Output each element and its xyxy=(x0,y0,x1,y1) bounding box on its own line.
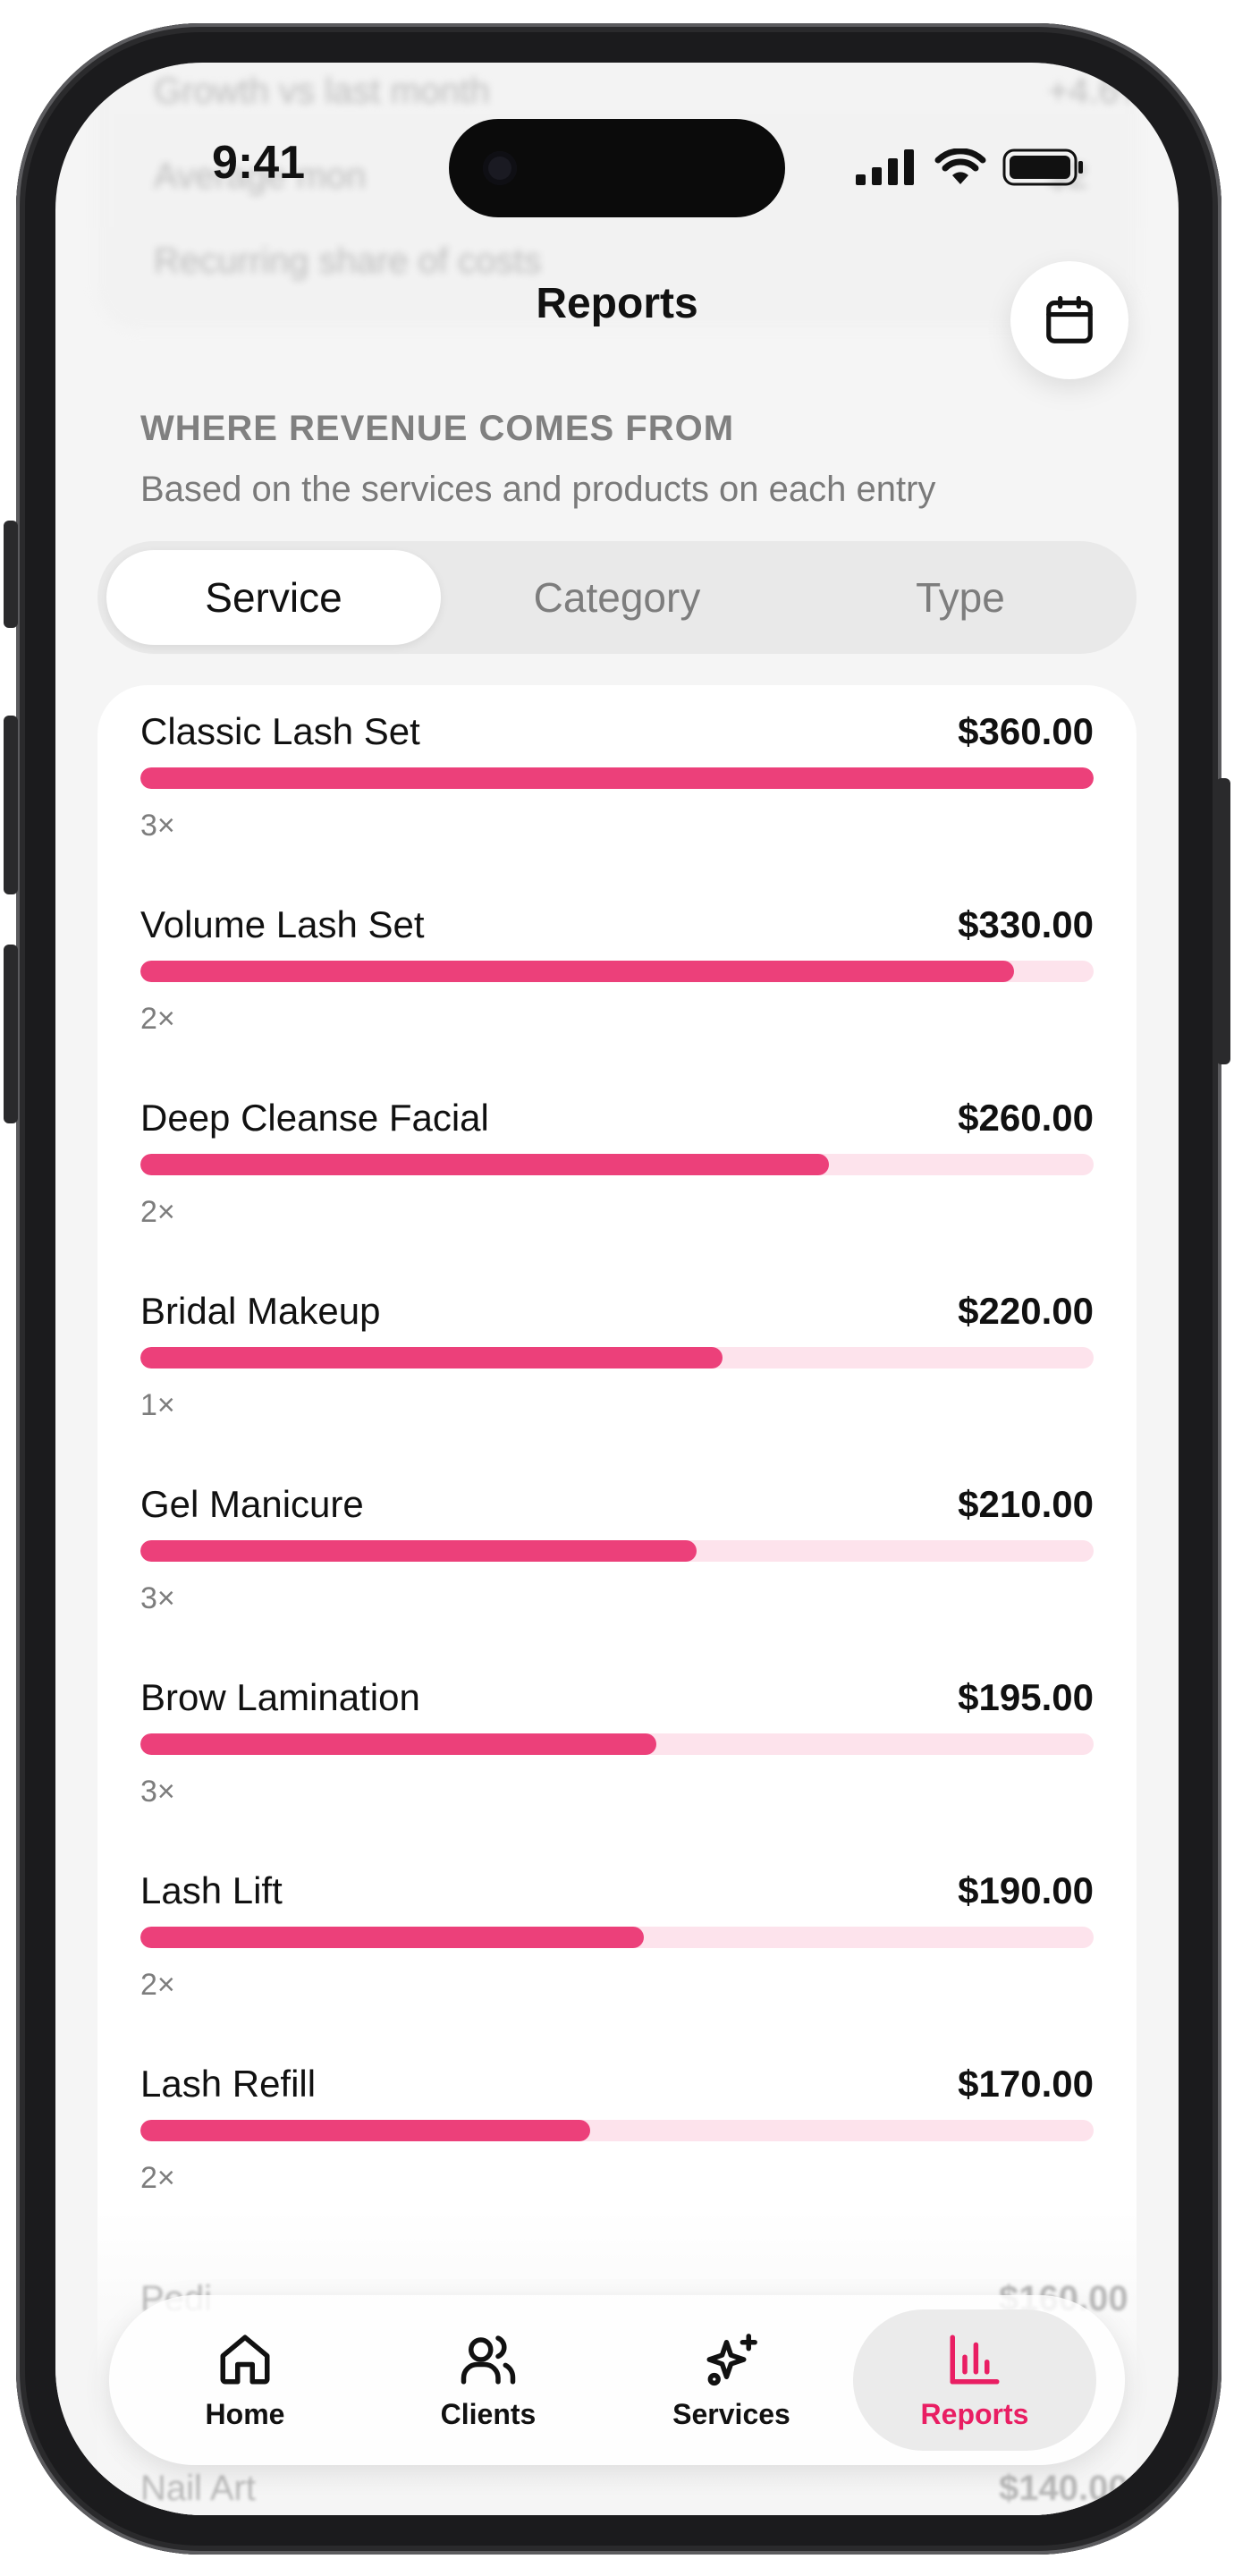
tab-label: Services xyxy=(672,2397,790,2430)
section-label: WHERE REVENUE COMES FROM xyxy=(140,409,735,448)
item-name: Deep Cleanse Facial xyxy=(140,1097,489,1139)
item-amount: $170.00 xyxy=(958,2063,1094,2105)
bar-chart-icon xyxy=(950,2334,1000,2384)
segment-type[interactable]: Type xyxy=(793,550,1128,645)
item-amount: $360.00 xyxy=(958,710,1094,752)
segment-service[interactable]: Service xyxy=(106,550,441,645)
ghost-row: Recurring share of costs xyxy=(154,242,542,281)
progress-track xyxy=(140,1927,1094,1948)
item-name: Volume Lash Set xyxy=(140,903,425,945)
list-item[interactable]: Classic Lash Set $360.00 3× xyxy=(97,685,1137,878)
item-amount: $195.00 xyxy=(958,1676,1094,1718)
item-count: 2× xyxy=(140,1968,175,2002)
progress-fill xyxy=(140,961,1015,982)
calendar-icon xyxy=(1046,295,1093,343)
progress-fill xyxy=(140,1733,657,1755)
camera-icon xyxy=(483,151,517,185)
tab-label: Clients xyxy=(440,2397,537,2430)
tab-label: Reports xyxy=(920,2397,1029,2430)
progress-track xyxy=(140,2120,1094,2141)
wifi-icon xyxy=(934,148,986,184)
tab-clients[interactable]: Clients xyxy=(367,2309,610,2451)
progress-track xyxy=(140,1540,1094,1562)
ghost-row: Growth vs last month +4.6% xyxy=(154,72,1151,111)
tab-reports[interactable]: Reports xyxy=(853,2309,1096,2451)
list-item[interactable]: Deep Cleanse Facial $260.00 2× xyxy=(97,1072,1137,1265)
dynamic-island xyxy=(449,119,785,217)
list-item[interactable]: Volume Lash Set $330.00 2× xyxy=(97,878,1137,1072)
item-amount: $220.00 xyxy=(958,1290,1094,1332)
progress-fill xyxy=(140,1347,723,1368)
tab-home[interactable]: Home xyxy=(123,2309,367,2451)
progress-track xyxy=(140,1347,1094,1368)
list-item[interactable]: Lash Refill $170.00 2× xyxy=(97,2038,1137,2231)
progress-track xyxy=(140,1733,1094,1755)
progress-fill xyxy=(140,1927,644,1948)
status-icons xyxy=(856,148,1085,186)
section-subtitle: Based on the services and products on ea… xyxy=(140,470,936,509)
segment-category[interactable]: Category xyxy=(450,550,784,645)
item-count: 3× xyxy=(140,809,175,843)
list-item[interactable]: Bridal Makeup $220.00 1× xyxy=(97,1265,1137,1458)
item-count: 3× xyxy=(140,1775,175,1809)
progress-fill xyxy=(140,2120,591,2141)
item-name: Bridal Makeup xyxy=(140,1290,381,1332)
item-name: Brow Lamination xyxy=(140,1676,420,1718)
cellular-signal-icon xyxy=(856,149,914,185)
screen: Growth vs last month+4.6% Average mon$2 … xyxy=(55,63,1179,2515)
item-amount: $210.00 xyxy=(958,1483,1094,1525)
list-item[interactable]: Lash Lift $190.00 2× xyxy=(97,1844,1137,2038)
calendar-button[interactable] xyxy=(1010,261,1128,379)
progress-track xyxy=(140,961,1094,982)
progress-fill xyxy=(140,1154,829,1175)
item-count: 2× xyxy=(140,2161,175,2195)
item-amount: $330.00 xyxy=(958,903,1094,945)
list-item[interactable]: Gel Manicure $210.00 3× xyxy=(97,1458,1137,1651)
action-button xyxy=(4,521,18,628)
tab-bar: Home Clients Services Reports xyxy=(109,2295,1125,2465)
item-count: 2× xyxy=(140,1002,175,1036)
item-name: Gel Manicure xyxy=(140,1483,364,1525)
progress-track xyxy=(140,1154,1094,1175)
item-amount: $190.00 xyxy=(958,1869,1094,1911)
battery-icon xyxy=(1002,148,1083,186)
sparkles-icon xyxy=(706,2333,757,2385)
status-time: 9:41 xyxy=(212,137,306,189)
item-name: Classic Lash Set xyxy=(140,710,420,752)
progress-track xyxy=(140,767,1094,789)
power-button xyxy=(1216,778,1230,1064)
item-count: 1× xyxy=(140,1388,175,1422)
item-count: 3× xyxy=(140,1581,175,1615)
segmented-control: Service Category Type xyxy=(97,541,1137,654)
home-icon xyxy=(220,2334,270,2384)
item-name: Lash Lift xyxy=(140,1869,283,1911)
volume-down-button xyxy=(4,945,18,1123)
item-name: Lash Refill xyxy=(140,2063,317,2105)
item-amount: $260.00 xyxy=(958,1097,1094,1139)
volume-up-button xyxy=(4,716,18,894)
progress-fill xyxy=(140,1540,697,1562)
item-count: 2× xyxy=(140,1195,175,1229)
tab-services[interactable]: Services xyxy=(610,2309,853,2451)
tab-label: Home xyxy=(205,2397,285,2430)
list-item[interactable]: Brow Lamination $195.00 3× xyxy=(97,1651,1137,1844)
peek-list-item: Nail Art $140.00 xyxy=(140,2469,1128,2508)
progress-fill xyxy=(140,767,1094,789)
users-icon xyxy=(461,2334,516,2384)
